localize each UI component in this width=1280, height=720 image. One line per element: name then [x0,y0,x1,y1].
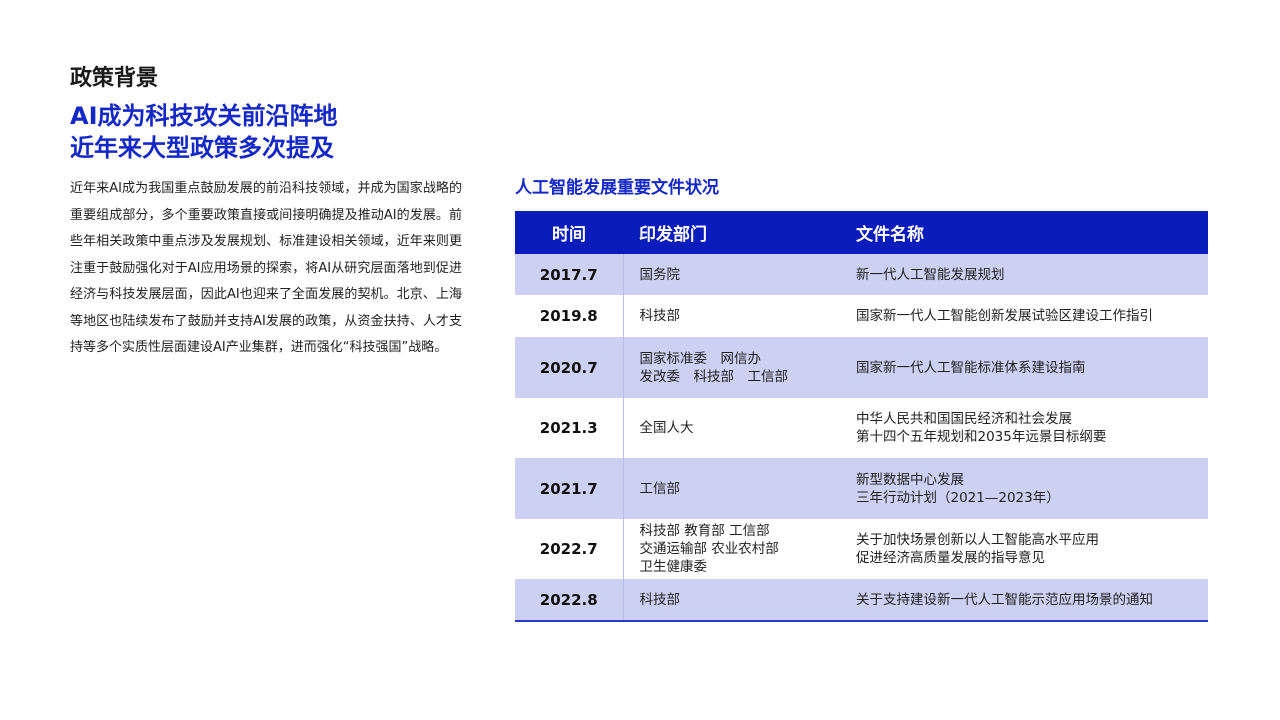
cell-doc: 中华人民共和国国民经济和社会发展 第十四个五年规划和2035年远景目标纲要 [856,398,1208,458]
cell-dept-line: 国务院 [639,266,681,283]
cell-dept-line: 卫生健康委 [639,559,708,575]
cell-doc: 关于加快场景创新以人工智能高水平应用 促进经济高质量发展的指导意见 [856,519,1208,579]
cell-doc: 新一代人工智能发展规划 [856,254,1208,295]
cell-dept: 科技部 [623,579,856,621]
headline: AI成为科技攻关前沿阵地 近年来大型政策多次提及 [70,100,462,164]
cell-doc: 国家新一代人工智能标准体系建设指南 [856,337,1208,398]
cell-doc-line: 中华人民共和国国民经济和社会发展 [856,411,1072,427]
cell-dept-line: 科技部 [639,591,681,608]
table-row: 2017.7 国务院 新一代人工智能发展规划 [515,254,1208,295]
cell-time: 2021.3 [515,398,624,458]
cell-doc-line: 三年行动计划（2021—2023年） [856,489,1060,506]
cell-dept: 国务院 [623,254,856,295]
table-row: 2022.7 科技部 教育部 工信部 交通运输部 农业农村部 卫生健康委 关于加… [515,519,1208,579]
cell-dept-line: 发改委 科技部 工信部 [639,368,789,385]
cell-time: 2019.8 [515,295,624,337]
cell-dept: 国家标准委 网信办 发改委 科技部 工信部 [623,337,856,398]
cell-dept-line: 工信部 [639,480,681,497]
cell-dept: 科技部 教育部 工信部 交通运输部 农业农村部 卫生健康委 [623,519,856,579]
cell-doc: 新型数据中心发展 三年行动计划（2021—2023年） [856,458,1208,519]
cell-time: 2020.7 [515,337,624,398]
table-row: 2019.8 科技部 国家新一代人工智能创新发展试验区建设工作指引 [515,295,1208,337]
cell-doc-line: 第十四个五年规划和2035年远景目标纲要 [856,429,1107,445]
documents-table: 时间 印发部门 文件名称 2017.7 国务院 新一代人工智能发展规划 2019… [515,211,1208,622]
cell-dept-line: 交通运输部 农业农村部 [639,541,779,557]
documents-table-section: 人工智能发展重要文件状况 时间 印发部门 文件名称 2017.7 国务院 新一代… [515,176,1208,622]
body-paragraph: 近年来AI成为我国重点鼓励发展的前沿科技领域，并成为国家战略的重要组成部分，多个… [70,181,462,355]
table-row: 2020.7 国家标准委 网信办 发改委 科技部 工信部 国家新一代人工智能标准… [515,337,1208,398]
cell-dept: 科技部 [623,295,856,337]
table-title: 人工智能发展重要文件状况 [515,178,719,198]
headline-line-1: AI成为科技攻关前沿阵地 [70,102,338,130]
cell-time: 2017.7 [515,254,624,295]
cell-time: 2022.8 [515,579,624,621]
cell-dept-line: 科技部 教育部 工信部 [639,523,770,539]
cell-doc: 关于支持建设新一代人工智能示范应用场景的通知 [856,579,1208,621]
cell-dept-line: 科技部 [639,308,681,324]
table-row: 2021.7 工信部 新型数据中心发展 三年行动计划（2021—2023年） [515,458,1208,519]
section-label: 政策背景 [70,66,159,91]
cell-doc: 国家新一代人工智能创新发展试验区建设工作指引 [856,295,1208,337]
table-row: 2022.8 科技部 关于支持建设新一代人工智能示范应用场景的通知 [515,579,1208,621]
header-dept-label: 印发部门 [639,225,707,245]
table-row: 2021.3 全国人大 中华人民共和国国民经济和社会发展 第十四个五年规划和20… [515,398,1208,458]
cell-doc-line: 关于支持建设新一代人工智能示范应用场景的通知 [856,591,1153,608]
cell-dept: 工信部 [623,458,856,519]
cell-doc-line: 新一代人工智能发展规划 [856,266,1005,283]
cell-dept-line: 国家标准委 网信办 [639,350,762,367]
cell-doc-line: 国家新一代人工智能标准体系建设指南 [856,359,1086,376]
cell-dept: 全国人大 [623,398,856,458]
header-doc: 文件名称 [856,225,924,245]
header-time: 时间 [552,225,586,245]
cell-doc-line: 国家新一代人工智能创新发展试验区建设工作指引 [856,308,1153,324]
cell-doc-line: 促进经济高质量发展的指导意见 [856,550,1045,566]
table-header-row: 时间 印发部门 文件名称 [515,211,1208,254]
headline-line-2: 近年来大型政策多次提及 [70,134,334,162]
cell-doc-line: 新型数据中心发展 [856,471,964,488]
header-dept: 印发部门 [623,211,856,254]
policy-background-section: 政策背景 AI成为科技攻关前沿阵地 近年来大型政策多次提及 近年来AI成为我国重… [70,64,462,362]
cell-time: 2021.7 [515,458,624,519]
cell-doc-line: 关于加快场景创新以人工智能高水平应用 [856,532,1099,548]
cell-time: 2022.7 [515,519,624,579]
cell-dept-line: 全国人大 [639,420,694,436]
